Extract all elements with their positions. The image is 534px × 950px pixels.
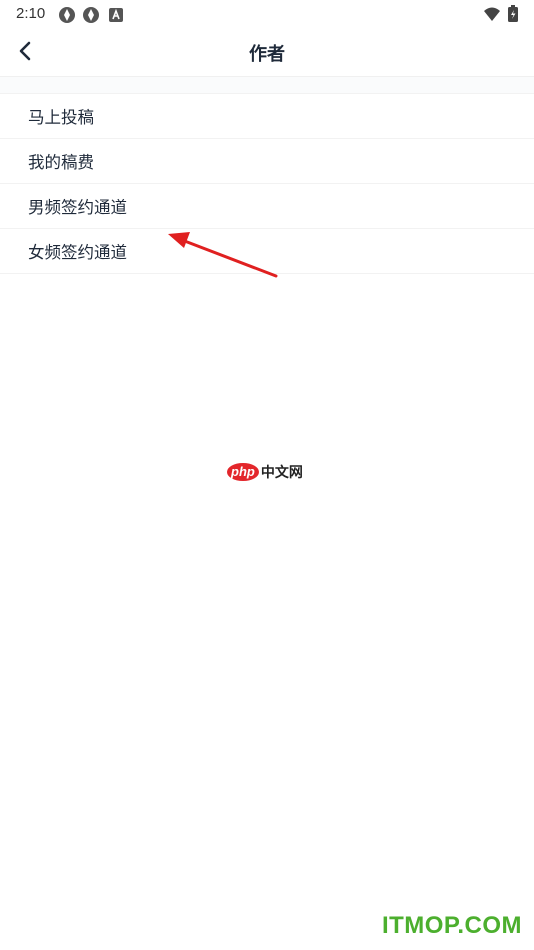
annotation-arrow-icon <box>168 232 278 278</box>
php-watermark: php 中文网 <box>227 462 303 482</box>
notification-a-icon <box>109 7 123 26</box>
page-title: 作者 <box>249 44 285 65</box>
status-bar: 2:10 <box>0 0 534 28</box>
app-badge-icon <box>82 6 100 28</box>
menu-item-submit[interactable]: 马上投稿 <box>0 94 534 139</box>
watermark-text: 中文网 <box>260 465 303 481</box>
php-logo: php <box>227 463 259 481</box>
menu-item-male-signing[interactable]: 男频签约通道 <box>0 184 534 229</box>
menu-item-label: 我的稿费 <box>28 153 94 172</box>
battery-icon <box>508 5 518 26</box>
menu-item-label: 女频签约通道 <box>28 243 127 262</box>
menu-item-royalties[interactable]: 我的稿费 <box>0 139 534 184</box>
menu-item-label: 马上投稿 <box>28 108 94 127</box>
menu-item-label: 男频签约通道 <box>28 198 127 217</box>
wifi-icon <box>483 6 501 26</box>
nav-bar: 作者 <box>0 28 534 77</box>
app-badge-icon <box>58 6 76 28</box>
status-time: 2:10 <box>16 5 46 22</box>
section-gap <box>0 77 534 93</box>
itmop-watermark: ITMOP.COM <box>381 912 522 939</box>
